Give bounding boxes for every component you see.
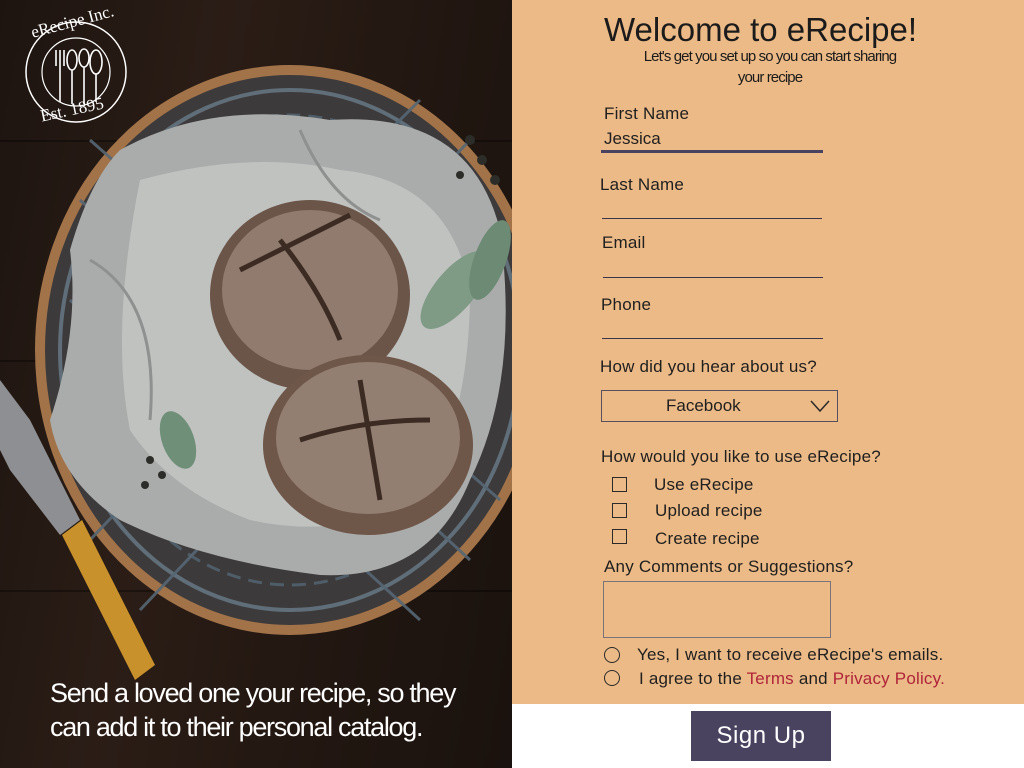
sign-up-button[interactable]: Sign Up [691, 711, 831, 761]
page-title: Welcome to eRecipe! [604, 11, 918, 48]
hear-about-label: How did you hear about us? [600, 357, 817, 376]
first-name-input[interactable]: Jessica [604, 129, 661, 149]
agree-prefix: I agree to the [639, 669, 742, 688]
page-subtitle: Let's get you set up so you can start sh… [620, 46, 920, 88]
phone-underline [602, 338, 823, 339]
first-name-underline [601, 150, 823, 153]
use-erecipe-label: Use eRecipe [654, 475, 754, 494]
hero-image-panel: eRecipe Inc. Est. 1895 Send a loved one … [0, 0, 512, 768]
subtitle-line2: your recipe [737, 69, 803, 86]
hero-tagline: Send a loved one your recipe, so they ca… [50, 676, 490, 744]
phone-input[interactable] [602, 316, 823, 338]
hero-tagline-line2: can add it to their personal catalog. [50, 712, 423, 742]
usage-label: How would you like to use eRecipe? [601, 447, 881, 466]
hero-tagline-line1: Send a loved one your recipe, so they [50, 678, 457, 708]
emails-opt-in-label: Yes, I want to receive eRecipe's emails. [637, 645, 944, 664]
upload-recipe-label: Upload recipe [655, 501, 763, 520]
emails-opt-in-radio[interactable] [604, 647, 620, 663]
phone-label: Phone [601, 295, 652, 314]
comments-textarea[interactable] [603, 581, 831, 638]
email-input[interactable] [603, 255, 823, 277]
email-underline [603, 277, 823, 278]
agree-and: and [798, 669, 828, 688]
use-erecipe-checkbox[interactable] [612, 477, 627, 492]
hear-about-select[interactable]: Facebook [601, 390, 838, 422]
create-recipe-label: Create recipe [655, 529, 760, 548]
upload-recipe-checkbox[interactable] [612, 503, 627, 518]
chevron-down-icon [810, 400, 830, 413]
terms-link[interactable]: Terms [747, 669, 794, 688]
create-recipe-checkbox[interactable] [612, 529, 627, 544]
hear-about-selected: Facebook [666, 396, 741, 415]
last-name-label: Last Name [600, 175, 685, 194]
agree-terms-radio[interactable] [604, 670, 620, 686]
email-label: Email [602, 233, 646, 252]
agree-terms-label: I agree to the Terms and Privacy Policy. [639, 669, 945, 689]
last-name-underline [602, 218, 822, 219]
first-name-label: First Name [604, 104, 690, 123]
comments-label: Any Comments or Suggestions? [604, 557, 854, 576]
privacy-policy-link[interactable]: Privacy Policy. [833, 669, 945, 688]
subtitle-line1: Let's get you set up so you can start sh… [643, 48, 897, 65]
last-name-input[interactable] [602, 196, 822, 218]
